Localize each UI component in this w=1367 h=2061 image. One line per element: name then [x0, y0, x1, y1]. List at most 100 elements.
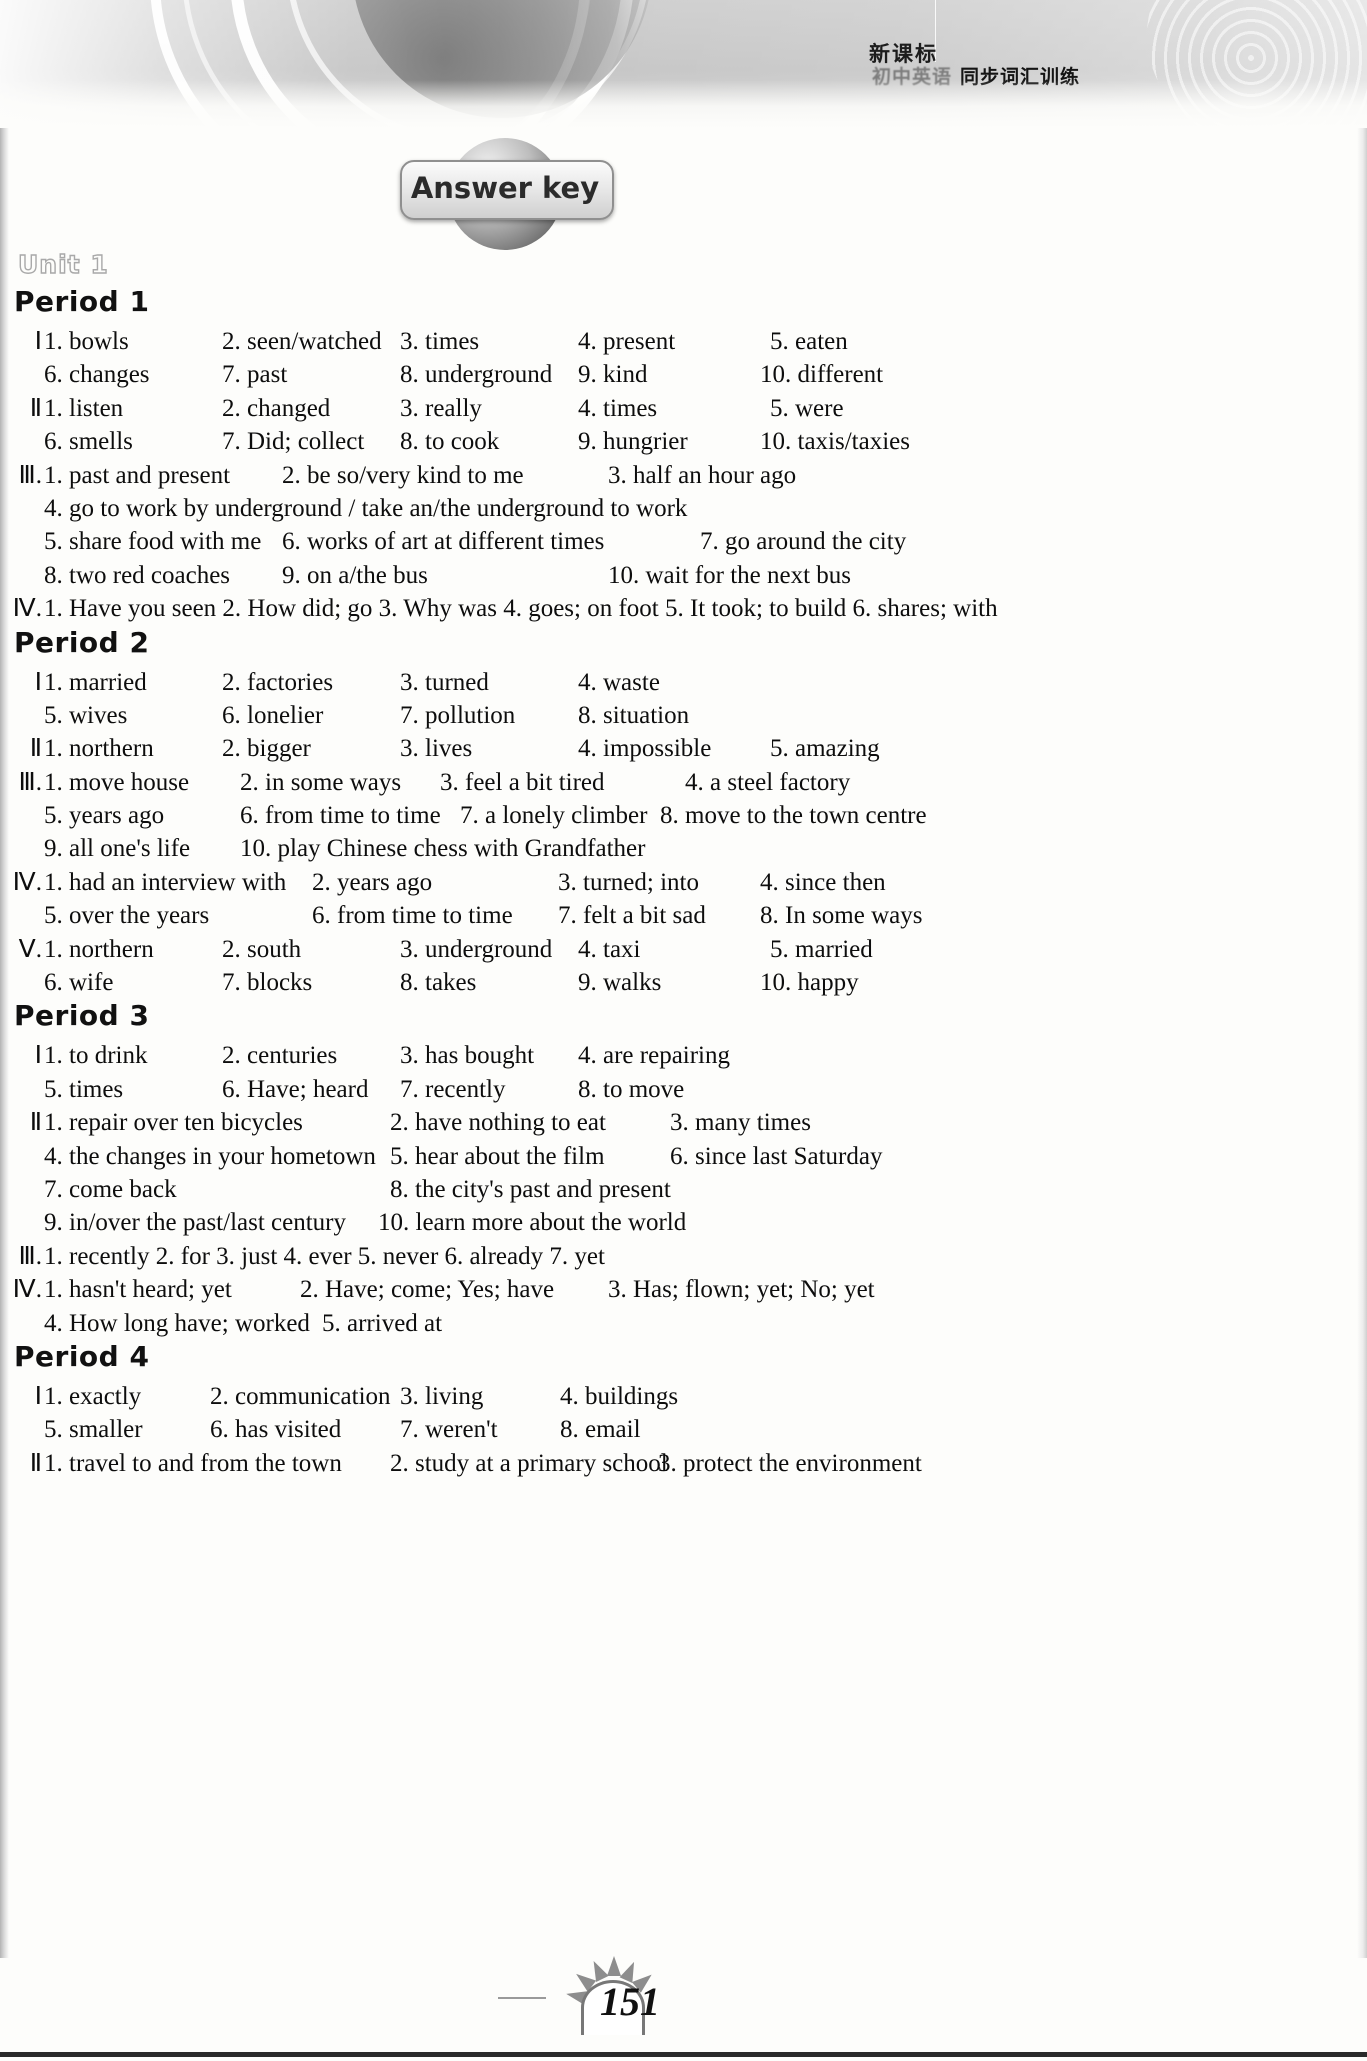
answer-item: 4. are repairing	[578, 1042, 731, 1070]
answer-item: 7. pollution	[400, 701, 516, 729]
answer-item: 7. weren't	[400, 1416, 498, 1444]
answer-item: 3. has bought	[400, 1042, 535, 1070]
answer-line: 7. come back 8. the city's past and prese…	[0, 1173, 1367, 1206]
answer-item: 3. many times	[670, 1109, 811, 1137]
answer-item: 3. really	[400, 394, 482, 422]
answer-group-numeral: Ⅱ	[29, 1449, 42, 1477]
answer-line: 5. wives 6. lonelier 7. pollution 8. situat…	[0, 699, 1367, 732]
answer-line: 5. years ago 6. from time to time 7. a lon…	[0, 799, 1367, 832]
answer-item: 4. a steel factory	[685, 768, 851, 796]
answer-body: Period 1 Ⅰ 1. bowls 2. seen/watched 3. times…	[0, 285, 1367, 1480]
answer-line: 5. smaller 6. has visited 7. weren't 8. ema…	[0, 1413, 1367, 1446]
answer-item: 10. learn more about the world	[378, 1209, 687, 1237]
answer-item: 3. living	[400, 1382, 484, 1410]
answer-item: 4. the changes in your hometown	[44, 1142, 376, 1170]
answer-item: 10. wait for the next bus	[608, 561, 852, 589]
answer-group-numeral: Ⅲ.	[18, 1242, 43, 1270]
answer-line: 9. in/over the past/last century 10. lear…	[0, 1206, 1367, 1239]
answer-item: 5. smaller	[44, 1416, 143, 1444]
answer-item: 2. be so/very kind to me	[282, 461, 524, 489]
answer-item: 8. situation	[578, 701, 690, 729]
answer-group-numeral: Ⅱ	[29, 394, 42, 422]
answer-item: 5. arrived at	[322, 1309, 443, 1337]
answer-item: 8. move to the town centre	[660, 802, 927, 830]
answer-item: 2. factories	[222, 668, 334, 696]
answer-item: 7. recently	[400, 1075, 506, 1103]
period-heading: Period 2	[0, 626, 1367, 666]
answer-item: 5. hear about the film	[390, 1142, 605, 1170]
badge-label: Answer key	[410, 171, 600, 205]
answer-line: Ⅱ 1. northern 2. bigger 3. lives 4. impossib…	[0, 732, 1367, 765]
answer-item: 1. Have you seen 2. How did; go 3. Why w…	[44, 595, 998, 623]
answer-line: Ⅰ 1. married 2. factories 3. turned 4. waste	[0, 666, 1367, 699]
answer-item: 9. kind	[578, 361, 648, 389]
answer-line: Ⅱ 1. listen 2. changed 3. really 4. times 5. …	[0, 392, 1367, 425]
answer-item: 2. centuries	[222, 1042, 338, 1070]
answer-line: 5. over the years 6. from time to time 7. …	[0, 899, 1367, 932]
answer-item: 7. felt a bit sad	[558, 902, 706, 930]
period-heading-label: Period 2	[14, 625, 150, 659]
page-header-banner: 新课标 初中英语 同步词汇训练	[0, 0, 1367, 128]
answer-item: 7. come back	[44, 1175, 177, 1203]
answer-line: 6. smells 7. Did; collect 8. to cook 9. hun…	[0, 425, 1367, 458]
answer-group-numeral: Ⅰ	[34, 1382, 42, 1410]
answer-key-badge: Answer key	[400, 138, 614, 258]
answer-item: 6. Have; heard	[222, 1075, 369, 1103]
answer-item: 2. changed	[222, 394, 331, 422]
answer-item: 6. changes	[44, 361, 150, 389]
answer-line: Ⅳ. 1. Have you seen 2. How did; go 3. Why…	[0, 592, 1367, 625]
answer-item: 6. smells	[44, 428, 133, 456]
period-heading: Period 1	[0, 285, 1367, 325]
page-number: 151	[600, 1979, 660, 2024]
answer-item: 2. bigger	[222, 735, 311, 763]
answer-line: 4. the changes in your hometown 5. hear a…	[0, 1140, 1367, 1173]
answer-item: 3. turned; into	[558, 868, 699, 896]
answer-item: 5. were	[770, 394, 844, 422]
answer-item: 5. years ago	[44, 802, 165, 830]
period-heading: Period 3	[0, 999, 1367, 1039]
answer-line: Ⅲ. 1. recently 2. for 3. just 4. ever 5. …	[0, 1240, 1367, 1273]
answer-item: 6. has visited	[210, 1416, 342, 1444]
answer-line: 4. go to work by underground / take an/t…	[0, 492, 1367, 525]
answer-item: 6. works of art at different times	[282, 528, 605, 556]
answer-item: 1. married	[44, 668, 147, 696]
answer-item: 4. waste	[578, 668, 660, 696]
answer-item: 8. In some ways	[760, 902, 923, 930]
answer-group-numeral: Ⅳ.	[12, 1276, 42, 1304]
answer-item: 4. taxi	[578, 935, 641, 963]
answer-item: 6. from time to time	[312, 902, 513, 930]
answer-group-numeral: Ⅳ.	[12, 868, 42, 896]
answer-group-numeral: Ⅲ.	[18, 768, 43, 796]
answer-item: 5. share food with me	[44, 528, 262, 556]
answer-item: 1. listen	[44, 394, 124, 422]
answer-item: 1. exactly	[44, 1382, 142, 1410]
period-heading: Period 4	[0, 1340, 1367, 1380]
answer-item: 5. amazing	[770, 735, 880, 763]
answer-item: 3. times	[400, 328, 480, 355]
answer-item: 4. times	[578, 394, 658, 422]
answer-item: 9. walks	[578, 969, 662, 997]
answer-item: 8. underground	[400, 361, 553, 389]
answer-line: 9. all one's life 10. play Chinese chess …	[0, 832, 1367, 865]
answer-group-numeral: Ⅲ.	[18, 461, 43, 489]
banner-bottom-fade	[0, 80, 1367, 128]
answer-item: 9. in/over the past/last century	[44, 1209, 347, 1237]
answer-item: 1. to drink	[44, 1042, 148, 1070]
answer-group-numeral: Ⅰ	[34, 1042, 42, 1070]
answer-item: 3. feel a bit tired	[440, 768, 605, 796]
answer-item: 6. from time to time	[240, 802, 441, 830]
answer-item: 8. to cook	[400, 428, 500, 456]
footer-dash	[498, 1997, 546, 1999]
answer-item: 2. south	[222, 935, 302, 963]
answer-item: 4. buildings	[560, 1382, 679, 1410]
answer-item: 1. recently 2. for 3. just 4. ever 5. ne…	[44, 1242, 605, 1270]
period-heading-label: Period 1	[14, 285, 150, 318]
answer-line: Ⅳ. 1. hasn't heard; yet 2. Have; come; Yes…	[0, 1273, 1367, 1306]
answer-item: 9. hungrier	[578, 428, 688, 456]
answer-item: 4. impossible	[578, 735, 712, 763]
answer-item: 2. seen/watched	[222, 328, 382, 355]
answer-group-numeral: Ⅴ.	[18, 935, 42, 963]
answer-line: Ⅱ 1. repair over ten bicycles 2. have noth…	[0, 1106, 1367, 1139]
answer-item: 7. blocks	[222, 969, 313, 997]
answer-item: 7. Did; collect	[222, 428, 365, 456]
